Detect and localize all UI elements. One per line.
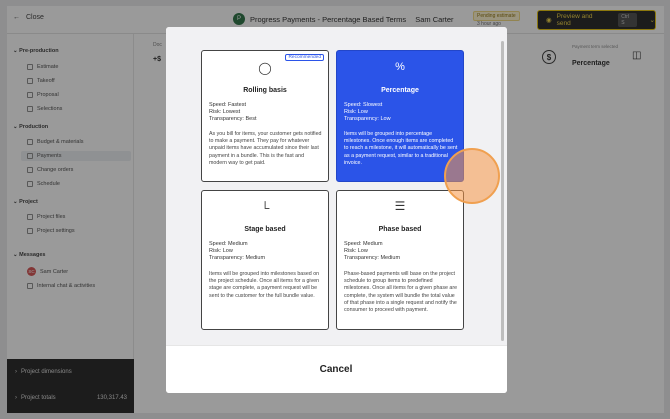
recommended-badge: Recommended (285, 54, 324, 61)
menu-lines-icon: ☰ (394, 199, 406, 213)
option-title: Percentage (381, 87, 419, 94)
stages-icon: └ (260, 201, 270, 215)
option-description: Items will be grouped into percentage mi… (344, 131, 458, 166)
option-card-rolling-basis[interactable]: Recommended ◯ Rolling basis Speed: Faste… (201, 50, 329, 182)
coin-icon: ◯ (258, 61, 272, 75)
cursor-highlight (444, 148, 500, 204)
cancel-button[interactable]: Cancel (286, 358, 386, 380)
payment-terms-modal: Recommended ◯ Rolling basis Speed: Faste… (166, 27, 507, 393)
option-meta: Speed: Fastest Risk: Lowest Transparency… (209, 102, 257, 123)
percent-icon: % (395, 61, 405, 73)
option-title: Rolling basis (243, 87, 287, 94)
option-title: Phase based (378, 226, 422, 233)
option-description: As you bill for items, your customer get… (209, 131, 322, 166)
option-description: Phase-based payments will base on the pr… (344, 271, 458, 314)
option-card-percentage[interactable]: % Percentage Speed: Slowest Risk: Low Tr… (336, 50, 464, 182)
option-title: Stage based (244, 226, 286, 233)
option-card-phase-based[interactable]: ☰ Phase based Speed: Medium Risk: Low Tr… (336, 190, 464, 330)
option-description: Items will be grouped into milestones ba… (209, 271, 320, 299)
option-meta: Speed: Slowest Risk: Low Transparency: L… (344, 102, 391, 123)
option-meta: Speed: Medium Risk: Low Transparency: Me… (209, 241, 266, 262)
modal-scrollbar[interactable] (501, 41, 504, 341)
option-card-stage-based[interactable]: └ Stage based Speed: Medium Risk: Low Tr… (201, 190, 329, 330)
modal-footer: Cancel (166, 345, 507, 393)
option-meta: Speed: Medium Risk: Low Transparency: Me… (344, 241, 401, 262)
